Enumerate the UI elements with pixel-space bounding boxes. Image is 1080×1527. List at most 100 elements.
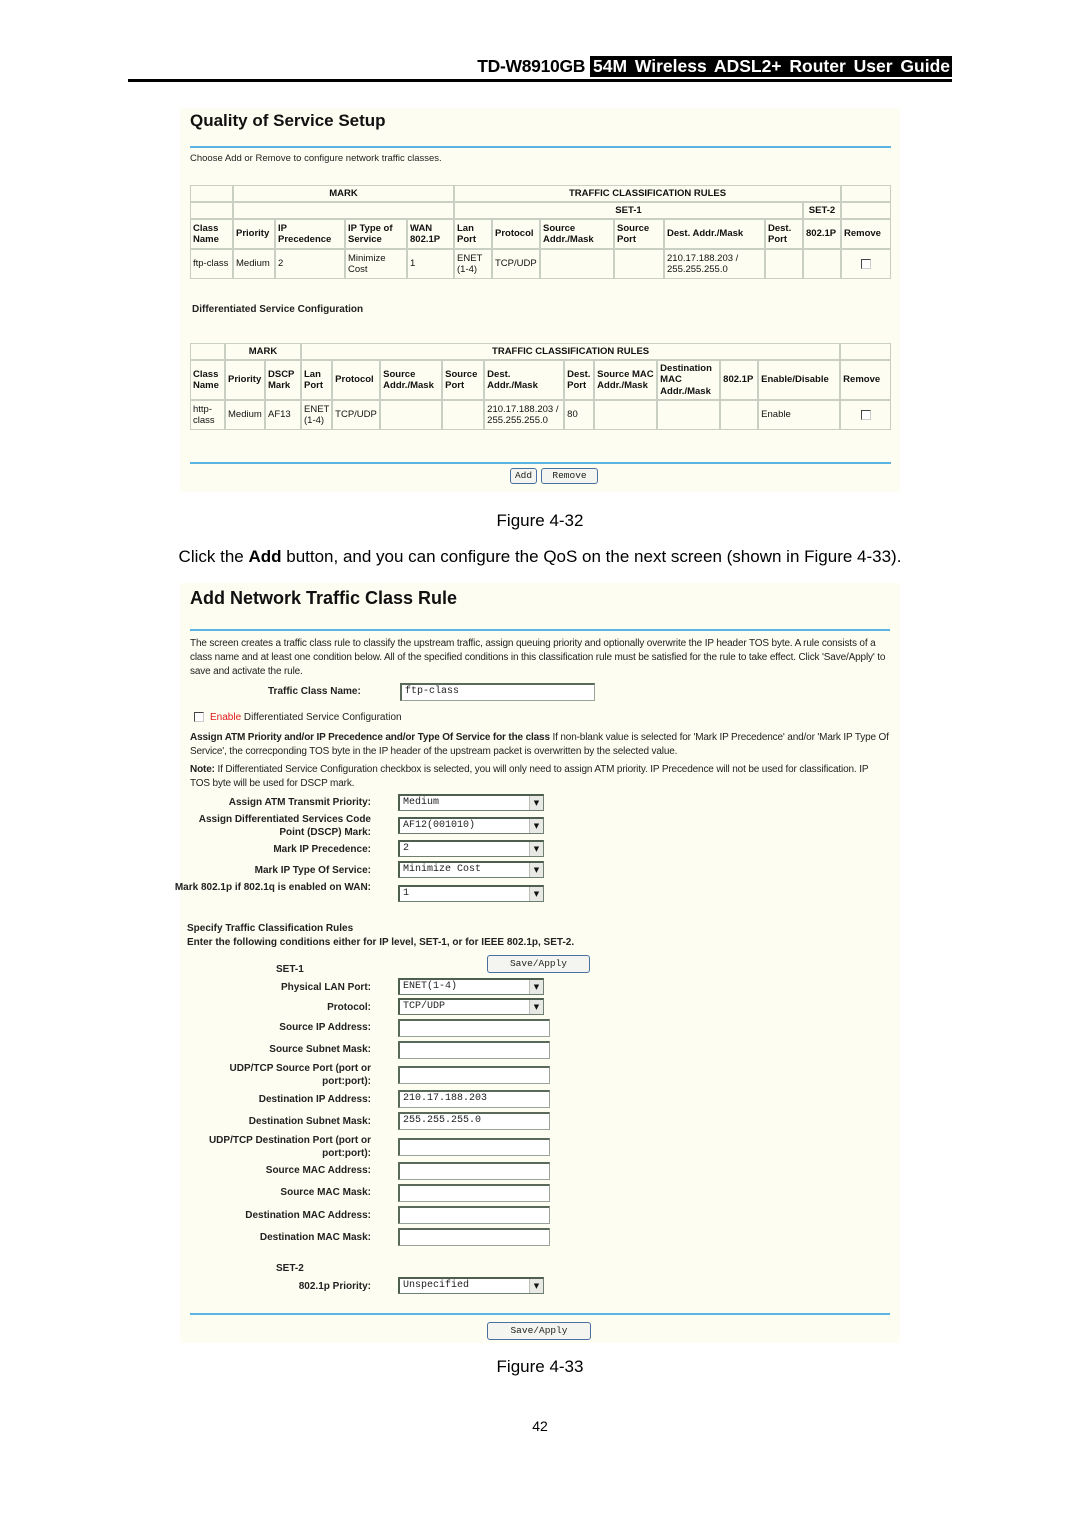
set2-label: SET-2	[276, 1263, 304, 1274]
cell-src-port	[614, 249, 664, 279]
dscp-mark-select[interactable]: AF12(001010) ▼	[398, 817, 544, 834]
dest-port-label: UDP/TCP Destination Port (port or port:p…	[208, 1135, 371, 1159]
traffic-class-name-input[interactable]: ftp-class	[400, 683, 595, 701]
col-ip-precedence: IP Precedence	[275, 219, 345, 249]
source-mac-mask-input[interactable]	[398, 1184, 550, 1202]
save-apply-button-top[interactable]: Save/Apply	[487, 955, 590, 973]
dest-mac-mask-label: Destination MAC Mask:	[259, 1232, 371, 1243]
col-enable: Enable/Disable	[758, 360, 841, 400]
cell-src-addr	[540, 249, 614, 279]
selected-value: AF12(001010)	[403, 820, 476, 831]
cell-ip-precedence: 2	[275, 249, 345, 279]
dest-port-input[interactable]	[398, 1138, 550, 1156]
col-remove: Remove	[841, 219, 891, 249]
cell-lan-port: ENET (1-4)	[301, 400, 333, 430]
cell-wan-8021p: 1	[407, 249, 454, 279]
col-class-name: Class Name	[190, 219, 233, 249]
col-wan-8021p: WAN 802.1P	[407, 219, 454, 249]
source-ip-input[interactable]	[398, 1019, 550, 1037]
remove-checkbox[interactable]	[861, 258, 871, 269]
atm-priority-label: Assign ATM Transmit Priority:	[228, 797, 371, 808]
col-protocol: Protocol	[492, 219, 540, 249]
cell-dst-mac	[657, 400, 721, 430]
col-ip-tos: IP Type of Service	[345, 219, 407, 249]
8021p-priority-select[interactable]: Unspecified ▼	[398, 1277, 544, 1294]
figure-caption-4-32: Figure 4-32	[496, 511, 584, 530]
add-rule-title: Add Network Traffic Class Rule	[190, 588, 458, 608]
remove-button[interactable]: Remove	[541, 468, 598, 484]
selected-value: Medium	[403, 797, 440, 808]
cell-src-port	[442, 400, 485, 430]
cell-lan-port: ENET (1-4)	[454, 249, 492, 279]
cell-priority: Medium	[233, 249, 275, 279]
note-text: Note: If Differentiated Service Configur…	[190, 763, 890, 791]
cell-dest-addr: 210.17.188.203 / 255.255.255.0	[484, 400, 565, 430]
cell-class-name: ftp-class	[190, 249, 233, 279]
lan-port-select[interactable]: ENET(1-4) ▼	[398, 978, 544, 995]
remove-checkbox[interactable]	[860, 409, 871, 420]
col-dest-port: Dest. Port	[765, 219, 803, 249]
source-port-label: UDP/TCP Source Port (port or port:port):	[229, 1063, 372, 1087]
chevron-down-icon: ▼	[529, 1000, 543, 1014]
title-divider	[190, 629, 890, 631]
cell-src-mac	[594, 400, 658, 430]
intro-text: The screen creates a traffic class rule …	[190, 638, 886, 677]
col-src-mac: Source MAC Addr./Mask	[594, 360, 658, 400]
col-dst-mac: Destination MAC Addr./Mask	[657, 360, 721, 400]
selected-value: TCP/UDP	[403, 1001, 446, 1012]
source-mac-input[interactable]	[398, 1162, 550, 1180]
wan-8021p-label: Mark 802.1p if 802.1q is enabled on WAN:	[174, 882, 371, 893]
cell-ip-tos: Minimize Cost	[345, 249, 407, 279]
mark-group-header: MARK	[225, 343, 301, 360]
dest-mask-input[interactable]: 255.255.255.0	[398, 1112, 550, 1130]
dest-ip-label: Destination IP Address:	[258, 1094, 371, 1105]
protocol-select[interactable]: TCP/UDP ▼	[398, 998, 544, 1015]
save-apply-button[interactable]: Save/Apply	[487, 1322, 591, 1340]
ip-precedence-select[interactable]: 2 ▼	[398, 840, 544, 857]
note-rest: If Differentiated Service Configuration …	[190, 764, 869, 789]
ip-tos-select[interactable]: Minimize Cost ▼	[398, 861, 544, 878]
add-button[interactable]: Add	[510, 468, 537, 484]
set1-label: SET-1	[276, 964, 304, 975]
col-priority: Priority	[225, 360, 265, 400]
col-dscp: DSCP Mark	[265, 360, 301, 400]
cell-protocol: TCP/UDP	[332, 400, 381, 430]
source-mask-label: Source Subnet Mask:	[269, 1044, 371, 1055]
source-port-input[interactable]	[398, 1066, 550, 1084]
col-8021p: 802.1P	[803, 219, 841, 249]
table-row: http-class Medium AF13 ENET (1-4) TCP/UD…	[190, 400, 891, 430]
add-rule-screenshot: Add Network Traffic Class Rule The scree…	[175, 583, 900, 1343]
atm-priority-select[interactable]: Medium ▼	[398, 794, 544, 811]
enable-diffserv-row: Enable Differentiated Service Configurat…	[194, 712, 402, 723]
lan-port-label: Physical LAN Port:	[280, 982, 371, 993]
dest-mac-mask-input[interactable]	[398, 1228, 550, 1246]
chevron-down-icon: ▼	[529, 796, 543, 810]
source-mac-label: Source MAC Address:	[265, 1165, 371, 1176]
col-priority: Priority	[233, 219, 275, 249]
qos-setup-title: Quality of Service Setup	[190, 111, 386, 130]
figure-caption-4-33: Figure 4-33	[496, 1357, 584, 1376]
cell-8021p	[720, 400, 759, 430]
col-src-addr: Source Addr./Mask	[380, 360, 443, 400]
dest-mac-input[interactable]	[398, 1206, 550, 1224]
enable-diffserv-checkbox[interactable]	[194, 712, 204, 723]
source-mask-input[interactable]	[398, 1041, 550, 1059]
body-text-pre: Click the	[178, 547, 249, 566]
specify-title: Specify Traffic Classification Rules	[187, 923, 354, 934]
rules-group-header: TRAFFIC CLASSIFICATION RULES	[454, 185, 841, 202]
dest-mac-label: Destination MAC Address:	[245, 1210, 371, 1221]
table-row: ftp-class Medium 2 Minimize Cost 1 ENET …	[190, 249, 891, 279]
col-class-name: Class Name	[190, 360, 225, 400]
chevron-down-icon: ▼	[529, 980, 543, 994]
col-src-addr: Source Addr./Mask	[540, 219, 614, 249]
selected-value: 1	[403, 888, 410, 899]
wan-8021p-select[interactable]: 1 ▼	[398, 885, 544, 902]
dscp-mark-label: Assign Differentiated Services Code Poin…	[198, 814, 371, 838]
header-rule	[128, 79, 952, 82]
page-number: 42	[532, 1418, 548, 1434]
dest-ip-input[interactable]: 210.17.188.203	[398, 1090, 550, 1108]
chevron-down-icon: ▼	[529, 819, 543, 833]
enable-word: Enable	[210, 712, 242, 723]
ip-tos-label: Mark IP Type Of Service:	[254, 865, 371, 876]
enable-label: Differentiated Service Configuration	[241, 712, 402, 723]
